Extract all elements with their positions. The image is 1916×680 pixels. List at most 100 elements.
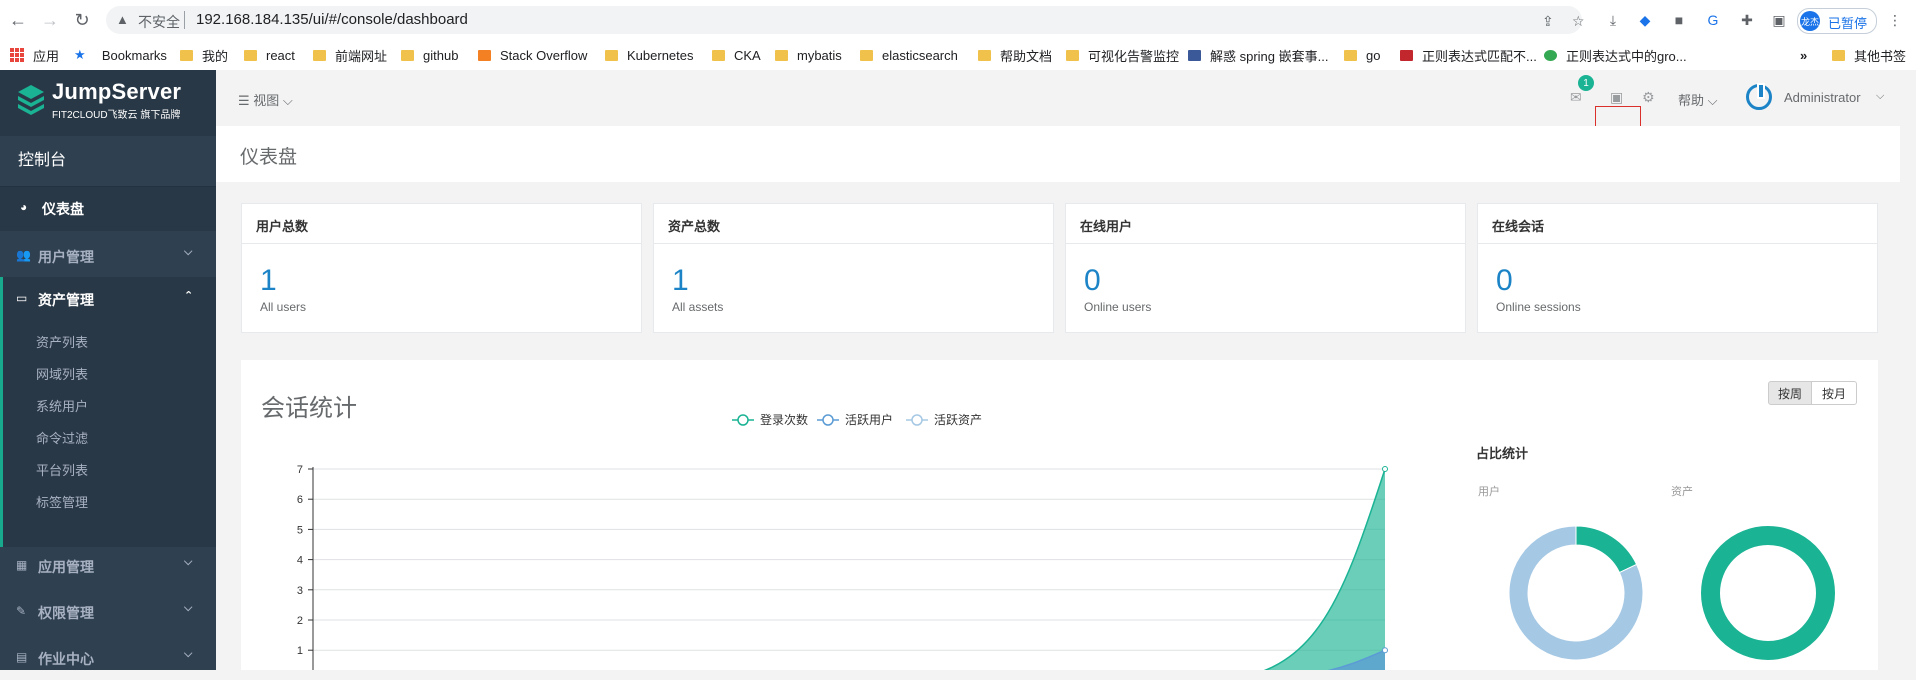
bookmark-item[interactable]: 应用	[10, 46, 59, 64]
other-bookmarks[interactable]: 其他书签	[1832, 46, 1906, 64]
logo[interactable]: JumpServer FIT2CLOUD飞致云 旗下品牌	[0, 70, 216, 136]
bookmark-item[interactable]: Kubernetes	[605, 46, 694, 64]
stackoverflow-icon	[478, 49, 491, 61]
legend-item: 活跃用户	[817, 412, 893, 427]
site-icon	[1400, 49, 1413, 61]
puzzle-icon[interactable]: ✚	[1738, 11, 1756, 29]
by-week-button[interactable]: 按周	[1768, 381, 1812, 405]
gear-icon[interactable]: ⚙	[1642, 89, 1655, 106]
stat-value[interactable]: 1	[260, 264, 277, 298]
avatar[interactable]	[1746, 83, 1772, 110]
web-terminal-icon[interactable]: ▣	[1610, 89, 1623, 106]
translate-icon[interactable]: G	[1704, 11, 1722, 29]
sidepanel-icon[interactable]: ▣	[1770, 11, 1788, 29]
y-tick-label: 6	[297, 494, 303, 506]
more-bookmarks-button[interactable]: »	[1800, 46, 1807, 64]
star-icon[interactable]: ☆	[1572, 13, 1585, 30]
bookmark-item[interactable]: 正则表达式中的gro...	[1544, 46, 1687, 64]
chevron-down-icon[interactable]: ⌵	[1876, 90, 1884, 103]
chevron-down-icon: ⌵	[184, 246, 193, 258]
warning-icon: ▲	[116, 12, 129, 27]
bookmark-item[interactable]: mybatis	[775, 46, 842, 64]
mail-icon[interactable]: ✉	[1570, 89, 1582, 106]
top-navbar: ☰ 视图 ⌵ ✉ 1 ▣ ⚙ 帮助 ⌵ Administrator ⌵	[216, 70, 1916, 126]
view-menu-label: 视图	[253, 93, 280, 108]
chevron-down-icon: ⌵	[184, 648, 193, 660]
stat-card-online-users: 在线用户 0 Online users	[1065, 203, 1466, 333]
address-divider	[184, 11, 185, 29]
by-month-button[interactable]: 按月	[1811, 381, 1857, 405]
browser-toolbar: ← → ↻ ▲ 不安全 192.168.184.135/ui/#/console…	[0, 0, 1916, 40]
stat-subtitle: All users	[260, 300, 307, 314]
share-icon[interactable]: ⇪	[1542, 13, 1554, 30]
bookmark-item[interactable]: Stack Overflow	[478, 46, 587, 64]
bookmark-item[interactable]: 我的	[180, 46, 228, 64]
bookmark-item[interactable]: 可视化告警监控	[1066, 46, 1179, 64]
sidebar-item-label: 作业中心	[38, 651, 94, 667]
folder-icon	[605, 49, 618, 61]
sidebar-item-ops[interactable]: ▤ 作业中心 ⌵	[0, 636, 216, 680]
bookmarks-bar: 应用 ★ Bookmarks 我的 react 前端网址 github Stac…	[0, 40, 1916, 70]
sidebar: JumpServer FIT2CLOUD飞致云 旗下品牌 控制台 ◕ 仪表盘 👥…	[0, 70, 216, 670]
sidebar-subitem-command-filter[interactable]: 命令过滤	[36, 428, 88, 447]
logo-subtitle: FIT2CLOUD飞致云 旗下品牌	[52, 110, 181, 121]
bookmark-item[interactable]: 帮助文档	[978, 46, 1052, 64]
profile-button[interactable]: 龙杰 已暂停	[1797, 8, 1877, 34]
sidebar-item-apps[interactable]: ▦ 应用管理 ⌵	[0, 544, 216, 588]
help-menu[interactable]: 帮助 ⌵	[1678, 90, 1717, 109]
stat-value[interactable]: 0	[1084, 264, 1101, 298]
bookmark-item[interactable]: react	[244, 46, 295, 64]
y-tick-label: 2	[297, 615, 303, 627]
bookmark-item[interactable]: ★ Bookmarks	[74, 46, 167, 64]
extension-icon[interactable]: ◆	[1636, 11, 1654, 29]
bookmark-item[interactable]: 前端网址	[313, 46, 387, 64]
back-icon[interactable]: ←	[8, 10, 28, 30]
data-point	[1382, 647, 1388, 654]
site-icon	[1188, 49, 1201, 61]
chevron-down-icon: ⌵	[184, 556, 193, 568]
bookmark-item[interactable]: github	[401, 46, 458, 64]
sidebar-item-dashboard[interactable]: ◕ 仪表盘	[0, 187, 216, 231]
extension-icon[interactable]: ■	[1670, 11, 1688, 29]
view-menu[interactable]: ☰ 视图 ⌵	[238, 90, 293, 109]
edit-icon: ✎	[16, 604, 27, 618]
sidebar-item-label: 资产管理	[38, 292, 94, 308]
pie-slice	[1701, 526, 1835, 660]
bookmark-item[interactable]: CKA	[712, 46, 761, 64]
folder-icon	[244, 49, 257, 61]
url-text[interactable]: 192.168.184.135/ui/#/console/dashboard	[196, 11, 468, 28]
address-bar[interactable]: ▲ 不安全 192.168.184.135/ui/#/console/dashb…	[106, 6, 1585, 34]
sidebar-item-users[interactable]: 👥 用户管理 ⌵	[0, 234, 216, 278]
folder-icon	[401, 49, 414, 61]
series-line	[1327, 649, 1386, 670]
sidebar-subitem-platform-list[interactable]: 平台列表	[36, 460, 88, 479]
folder-icon	[1066, 49, 1079, 61]
sidebar-item-assets[interactable]: ▭ 资产管理 ⌃	[0, 277, 216, 321]
legend-label: 登录次数	[760, 412, 808, 427]
sidebar-subitem-domain-list[interactable]: 网域列表	[36, 364, 88, 383]
legend-item: 登录次数	[732, 412, 808, 427]
stat-title: 资产总数	[668, 219, 721, 234]
sidebar-item-label: 用户管理	[38, 249, 94, 265]
bookmark-item[interactable]: 正则表达式匹配不...	[1400, 46, 1537, 64]
more-icon[interactable]: ⋮	[1886, 11, 1904, 29]
bookmark-item[interactable]: elasticsearch	[860, 46, 958, 64]
bookmark-item[interactable]: go	[1344, 46, 1380, 64]
ratio-user-label: 用户	[1478, 486, 1500, 498]
sidebar-subitem-label-mgmt[interactable]: 标签管理	[36, 492, 88, 511]
folder-icon	[1344, 49, 1357, 61]
reload-icon[interactable]: ↻	[72, 10, 92, 30]
page-heading-bar: 仪表盘	[216, 126, 1900, 182]
download-icon[interactable]: ⤓	[1604, 11, 1622, 29]
sidebar-item-permissions[interactable]: ✎ 权限管理 ⌵	[0, 590, 216, 634]
bookmark-item[interactable]: 解惑 spring 嵌套事...	[1188, 46, 1328, 64]
sidebar-console-label[interactable]: 控制台	[18, 146, 66, 170]
forward-icon[interactable]: →	[40, 10, 60, 30]
stat-value[interactable]: 1	[672, 264, 689, 298]
sidebar-subitem-system-users[interactable]: 系统用户	[36, 396, 88, 415]
user-name[interactable]: Administrator	[1784, 90, 1861, 105]
users-icon: 👥	[16, 248, 31, 262]
stat-value[interactable]: 0	[1496, 264, 1513, 298]
sidebar-subitem-asset-list[interactable]: 资产列表	[36, 332, 88, 351]
asset-ratio-pie	[1701, 526, 1835, 660]
